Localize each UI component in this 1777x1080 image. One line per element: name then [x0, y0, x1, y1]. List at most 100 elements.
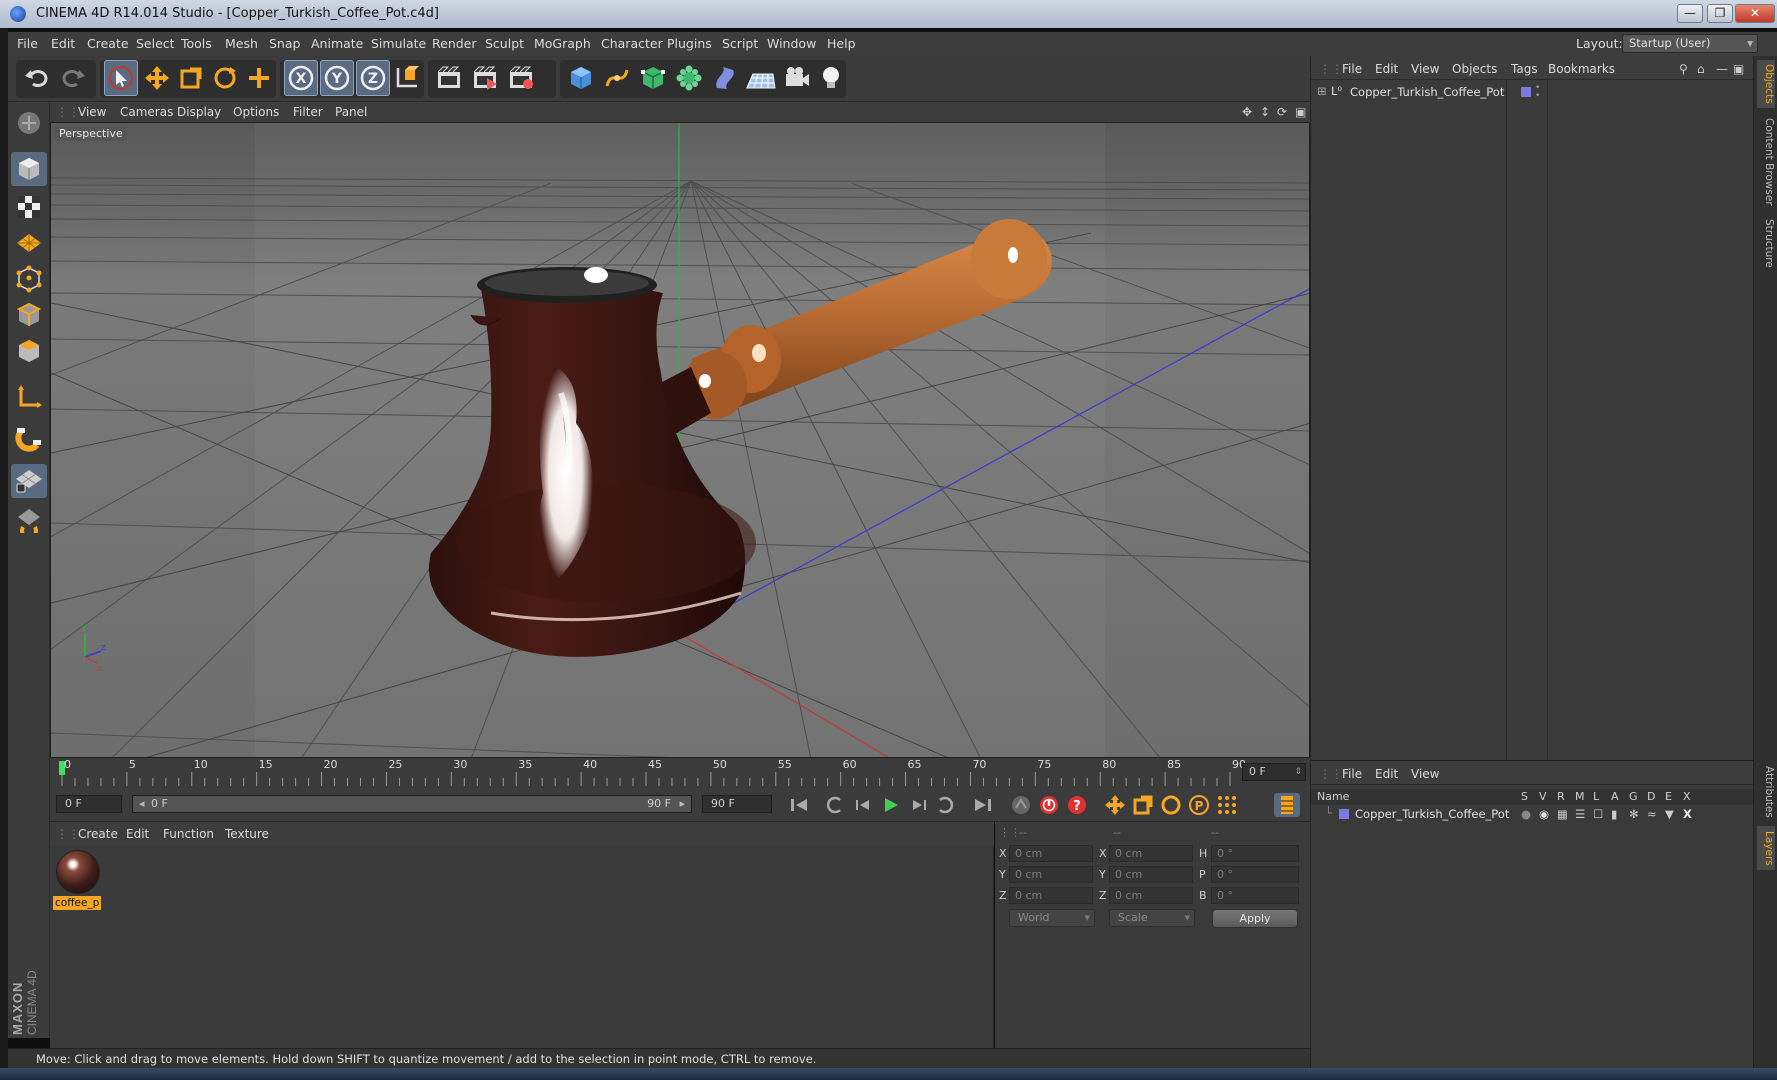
- xref-toggle-icon[interactable]: X: [1683, 807, 1692, 821]
- key-pla-icon[interactable]: [1214, 793, 1240, 817]
- menu-snap[interactable]: Snap: [269, 36, 300, 51]
- timeline-layout-icon[interactable]: [1274, 793, 1300, 817]
- generators-toggle-icon[interactable]: ✻: [1629, 807, 1639, 821]
- menu-select[interactable]: Select: [136, 36, 175, 51]
- panel-grip-icon[interactable]: ⋮⋮: [999, 826, 1021, 839]
- grid-lock-icon[interactable]: [11, 464, 47, 498]
- viewport-maximize-icon[interactable]: ▣: [1295, 105, 1306, 119]
- render-settings-icon[interactable]: [504, 60, 538, 96]
- minimize-button[interactable]: —: [1677, 4, 1703, 23]
- menu-simulate[interactable]: Simulate: [371, 36, 426, 51]
- menu-help[interactable]: Help: [827, 36, 856, 51]
- menu-render[interactable]: Render: [432, 36, 477, 51]
- viewport-camera-label[interactable]: Perspective: [55, 126, 127, 141]
- timeline-ruler[interactable]: 0 5 10 15 20 25 30 35 40 45 50 55 60 65 70 75 80 85 90 0 F…: [50, 758, 1310, 788]
- menu-tools[interactable]: Tools: [181, 36, 212, 51]
- cube-icon[interactable]: [564, 60, 598, 96]
- menu-window[interactable]: Window: [767, 36, 816, 51]
- menu-edit[interactable]: Edit: [51, 36, 75, 51]
- tab-structure[interactable]: Structure: [1757, 216, 1775, 270]
- spline-pen-icon[interactable]: [600, 60, 634, 96]
- scale-icon[interactable]: [174, 60, 208, 96]
- floor-icon[interactable]: [744, 60, 778, 96]
- menu-mograph[interactable]: MoGraph: [534, 36, 591, 51]
- go-to-start-icon[interactable]: [786, 793, 812, 817]
- start-frame-field[interactable]: 0 F: [56, 795, 122, 813]
- menu-animate[interactable]: Animate: [311, 36, 363, 51]
- key-scale-icon[interactable]: [1130, 793, 1156, 817]
- home-icon[interactable]: ⌂: [1697, 62, 1705, 76]
- viewport-rotate-icon[interactable]: ⟳: [1277, 105, 1287, 119]
- layer-name[interactable]: Copper_Turkish_Coffee_Pot: [1355, 807, 1509, 821]
- menu-character[interactable]: Character: [601, 36, 663, 51]
- previous-key-icon[interactable]: [822, 793, 848, 817]
- object-menu-tags[interactable]: Tags: [1511, 62, 1538, 76]
- tab-content-browser[interactable]: Content Browser: [1757, 116, 1775, 208]
- pos-y-field[interactable]: 0 cm: [1009, 866, 1093, 883]
- render-toggle-icon[interactable]: ▦: [1557, 807, 1568, 821]
- panel-grip-icon[interactable]: ⋮⋮: [56, 105, 80, 119]
- tab-layers[interactable]: Layers: [1757, 826, 1775, 870]
- rot-h-field[interactable]: 0 °: [1211, 845, 1299, 862]
- model-mode-icon[interactable]: [11, 152, 47, 186]
- col-animation[interactable]: A: [1611, 790, 1619, 803]
- coordinate-space-dropdown[interactable]: World ▾: [1009, 909, 1095, 927]
- collapse-icon[interactable]: —: [1716, 62, 1728, 76]
- view-toggle-icon[interactable]: ◉: [1539, 807, 1549, 821]
- workplane-icon[interactable]: [11, 226, 47, 260]
- object-menu-edit[interactable]: Edit: [1375, 62, 1398, 76]
- size-x-field[interactable]: 0 cm: [1109, 845, 1193, 862]
- col-generators[interactable]: G: [1629, 790, 1638, 803]
- current-frame-field[interactable]: 0 F ⇕: [1242, 763, 1306, 781]
- key-position-icon[interactable]: [1102, 793, 1128, 817]
- menu-plugins[interactable]: Plugins: [667, 36, 712, 51]
- deformers-toggle-icon[interactable]: ≈: [1647, 807, 1657, 821]
- expressions-toggle-icon[interactable]: ▼: [1665, 807, 1674, 821]
- layer-menu-view[interactable]: View: [1411, 767, 1439, 781]
- viewport-move-icon[interactable]: ✥: [1242, 105, 1252, 119]
- range-right-arrow-icon[interactable]: ▸: [679, 796, 685, 812]
- texture-mode-icon[interactable]: [11, 190, 47, 224]
- pos-x-field[interactable]: 0 cm: [1009, 845, 1093, 862]
- menu-mesh[interactable]: Mesh: [225, 36, 258, 51]
- search-icon[interactable]: ⚲: [1679, 62, 1688, 76]
- expand-icon[interactable]: ⊞: [1317, 84, 1327, 98]
- render-view-icon[interactable]: [432, 60, 466, 96]
- perspective-viewport[interactable]: Y z x Perspective: [50, 122, 1310, 758]
- col-locked[interactable]: L: [1593, 790, 1599, 803]
- viewport-menu-display[interactable]: Display: [177, 105, 221, 119]
- redo-icon[interactable]: [56, 60, 90, 96]
- z-axis-icon[interactable]: Z: [356, 60, 390, 96]
- visibility-dots-icon[interactable]: • •: [1535, 84, 1540, 101]
- range-left-arrow-icon[interactable]: ◂: [139, 796, 145, 812]
- deformer-icon[interactable]: [708, 60, 742, 96]
- next-key-icon[interactable]: [932, 793, 958, 817]
- magnet-icon[interactable]: [11, 422, 47, 456]
- animation-toggle-icon[interactable]: ▮: [1611, 807, 1617, 821]
- tab-objects[interactable]: Objects: [1757, 60, 1775, 108]
- panel-grip-icon[interactable]: ⋮⋮: [1319, 62, 1343, 76]
- y-axis-icon[interactable]: Y: [320, 60, 354, 96]
- subdivision-icon[interactable]: [636, 60, 670, 96]
- render-picture-viewer-icon[interactable]: [468, 60, 502, 96]
- viewport-menu-view[interactable]: View: [78, 105, 106, 119]
- tab-attributes[interactable]: Attributes: [1757, 762, 1775, 822]
- key-parameter-icon[interactable]: P: [1186, 793, 1212, 817]
- rot-p-field[interactable]: 0 °: [1211, 866, 1299, 883]
- panel-grip-icon[interactable]: ⋮⋮: [56, 827, 80, 841]
- snap-icon[interactable]: [11, 502, 47, 536]
- previous-frame-icon[interactable]: [850, 793, 876, 817]
- layer-menu-file[interactable]: File: [1342, 767, 1362, 781]
- size-mode-dropdown[interactable]: Scale ▾: [1109, 909, 1195, 927]
- col-view[interactable]: V: [1539, 790, 1547, 803]
- x-axis-icon[interactable]: X: [284, 60, 318, 96]
- col-xref[interactable]: X: [1683, 790, 1691, 803]
- viewport-menu-filter[interactable]: Filter: [293, 105, 323, 119]
- object-menu-bookmarks[interactable]: Bookmarks: [1548, 62, 1615, 76]
- object-menu-objects[interactable]: Objects: [1452, 62, 1497, 76]
- material-menu-create[interactable]: Create: [78, 827, 118, 841]
- col-manager[interactable]: M: [1575, 790, 1585, 803]
- layer-row[interactable]: └ Copper_Turkish_Coffee_Pot ● ◉ ▦ ☰ ☐ ▮ …: [1311, 806, 1754, 823]
- material-menu-edit[interactable]: Edit: [126, 827, 149, 841]
- layer-menu-edit[interactable]: Edit: [1375, 767, 1398, 781]
